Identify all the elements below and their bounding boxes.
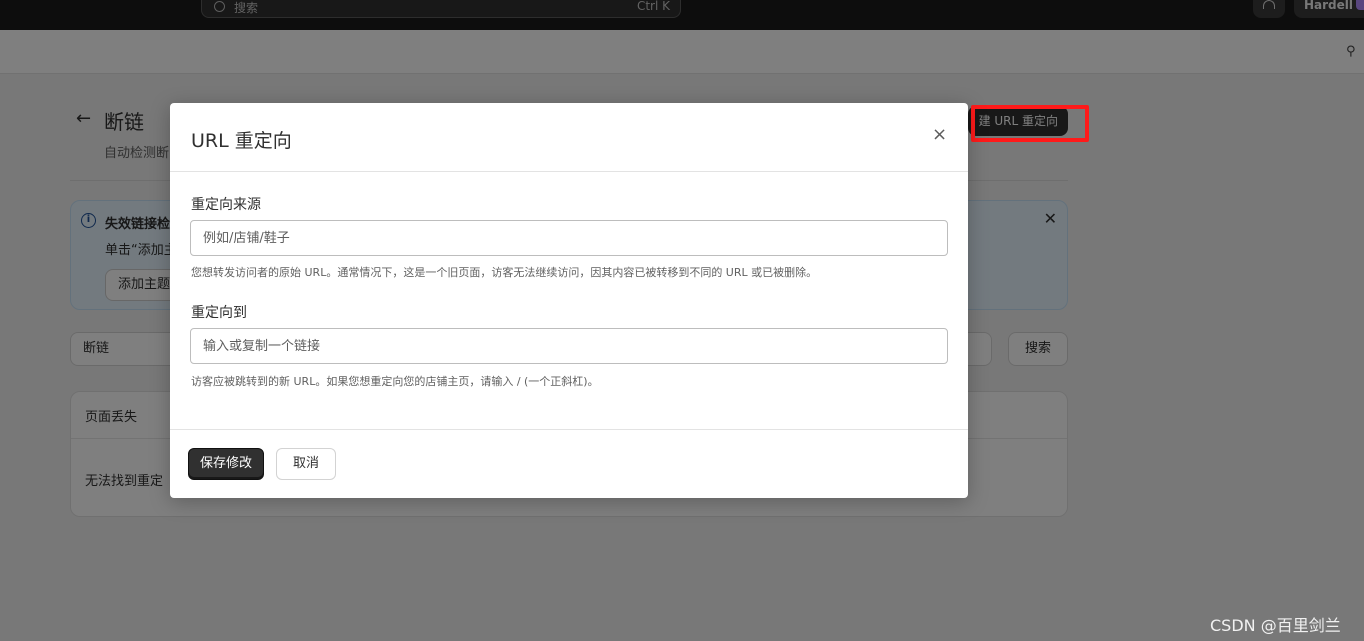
redirect-to-input[interactable] xyxy=(190,328,948,364)
close-icon[interactable]: × xyxy=(932,124,947,145)
divider xyxy=(170,171,968,172)
watermark: CSDN @百里剑兰 xyxy=(1210,616,1341,635)
redirect-to-label: 重定向到 xyxy=(191,305,247,321)
modal-title: URL 重定向 xyxy=(191,130,292,152)
url-redirect-modal: URL 重定向 × 重定向来源 您想转发访问者的原始 URL。通常情况下，这是一… xyxy=(170,103,968,498)
divider xyxy=(170,429,968,430)
redirect-from-input[interactable] xyxy=(190,220,948,256)
redirect-to-help: 访客应被跳转到的新 URL。如果您想重定向您的店铺主页，请输入 / (一个正斜杠… xyxy=(191,375,599,388)
annotation-highlight-box xyxy=(971,105,1089,142)
redirect-from-help: 您想转发访问者的原始 URL。通常情况下，这是一个旧页面，访客无法继续访问，因其… xyxy=(191,266,818,279)
save-changes-button[interactable]: 保存修改 xyxy=(188,448,264,480)
cancel-button[interactable]: 取消 xyxy=(276,448,336,480)
redirect-from-label: 重定向来源 xyxy=(191,197,261,213)
